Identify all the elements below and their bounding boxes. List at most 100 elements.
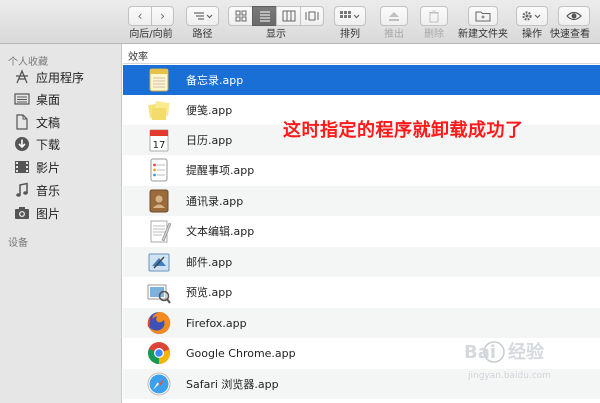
arrange-grid-icon	[340, 11, 360, 19]
sidebar: 个人收藏 应用程序 桌面 文稿 下载 影片 音乐 图片 设备	[0, 44, 122, 403]
chevron-left-icon: ‹	[137, 9, 143, 23]
grid-view-icon	[235, 10, 246, 22]
textedit-app-icon	[150, 220, 172, 243]
notes-app-icon	[149, 68, 169, 92]
eject-label: 推出	[384, 29, 404, 40]
sidebar-item-pictures[interactable]: 图片	[0, 202, 121, 224]
arrange-label: 排列	[340, 29, 360, 40]
sidebar-item-movies[interactable]: 影片	[0, 156, 121, 178]
quicklook-label: 快速查看	[550, 29, 590, 40]
quicklook-button[interactable]	[558, 6, 590, 26]
baidu-jingyan-watermark: Bai 经验 jingyan.baidu.com	[464, 341, 551, 381]
sidebar-item-label: 下载	[36, 137, 61, 152]
reminders-app-icon	[150, 158, 168, 182]
icon-view-button[interactable]	[228, 6, 252, 26]
group-header-label: 效率	[128, 52, 148, 63]
file-name: 提醒事项.app	[186, 164, 255, 177]
arrange-button[interactable]	[334, 6, 366, 26]
eject-button[interactable]	[380, 6, 408, 26]
svg-text:jingyan.baidu.com: jingyan.baidu.com	[467, 371, 551, 381]
file-name: 邮件.app	[186, 256, 233, 269]
gear-icon	[522, 11, 541, 21]
sidebar-item-label: 音乐	[36, 183, 61, 198]
file-row[interactable]: 提醒事项.app	[123, 155, 600, 185]
file-name: 日历.app	[186, 134, 233, 147]
downloads-icon	[14, 136, 30, 152]
gallery-view-icon	[305, 11, 319, 21]
list-view-button[interactable]	[252, 6, 276, 26]
file-name: 备忘录.app	[186, 74, 244, 87]
nav-label: 向后/向前	[129, 29, 173, 40]
file-row[interactable]: 文本编辑.app	[123, 216, 600, 246]
arrange-group: 排列	[334, 6, 366, 41]
path-group: 路径	[186, 6, 219, 41]
sidebar-item-documents[interactable]: 文稿	[0, 111, 121, 133]
path-button[interactable]	[186, 6, 219, 26]
sidebar-item-desktop[interactable]: 桌面	[0, 88, 121, 110]
nav-group: ‹ › 向后/向前	[128, 6, 174, 41]
delete-label: 删除	[424, 29, 444, 40]
file-name: 便笺.app	[186, 104, 233, 117]
safari-app-icon	[147, 372, 171, 396]
file-row[interactable]: 预览.app	[123, 277, 600, 307]
sidebar-item-label: 图片	[36, 206, 61, 221]
file-row[interactable]: 备忘录.app	[123, 65, 600, 95]
finder-toolbar: ‹ › 向后/向前 路径 显示 排列 推出 删除 新建文件夹 操作 快速查看	[0, 0, 600, 44]
file-name: Safari 浏览器.app	[186, 378, 279, 391]
column-view-button[interactable]	[276, 6, 300, 26]
mail-app-icon	[148, 253, 170, 272]
path-list-icon	[193, 12, 212, 20]
file-name: Firefox.app	[186, 316, 247, 330]
action-group: 操作	[516, 6, 548, 41]
preview-app-icon	[147, 284, 171, 304]
music-icon	[14, 182, 30, 198]
documents-icon	[14, 114, 30, 130]
forward-button[interactable]: ›	[151, 6, 174, 26]
trash-icon	[429, 10, 439, 22]
applications-icon	[14, 69, 30, 85]
svg-text:Bai: Bai	[464, 342, 496, 363]
sidebar-item-label: 应用程序	[36, 70, 85, 85]
newfolder-label: 新建文件夹	[458, 29, 508, 40]
delete-button[interactable]	[420, 6, 448, 26]
new-folder-icon	[475, 11, 491, 22]
new-folder-button[interactable]	[468, 6, 498, 26]
eject-group: 推出	[380, 6, 408, 41]
file-row[interactable]: 邮件.app	[123, 247, 600, 277]
movies-icon	[14, 159, 30, 175]
path-label: 路径	[192, 29, 213, 40]
stickies-app-icon	[148, 101, 170, 120]
annotation-text: 这时指定的程序就卸载成功了	[283, 120, 524, 141]
action-button[interactable]	[516, 6, 548, 26]
pictures-icon	[14, 205, 30, 221]
sidebar-item-label: 影片	[36, 160, 61, 175]
sidebar-item-downloads[interactable]: 下载	[0, 133, 121, 155]
action-label: 操作	[522, 29, 542, 40]
column-view-icon	[282, 10, 295, 22]
back-button[interactable]: ‹	[128, 6, 151, 26]
file-row[interactable]: 通讯录.app	[123, 186, 600, 216]
view-group: 显示	[228, 6, 324, 41]
sidebar-item-music[interactable]: 音乐	[0, 179, 121, 201]
contacts-app-icon	[149, 189, 169, 213]
file-name: 文本编辑.app	[186, 225, 255, 238]
calendar-app-icon: 17	[149, 129, 169, 152]
quicklook-group: 快速查看	[550, 6, 590, 41]
newfolder-group: 新建文件夹	[458, 6, 508, 41]
delete-group: 删除	[420, 6, 448, 41]
calendar-day: 17	[153, 140, 166, 151]
devices-heading: 设备	[8, 238, 28, 249]
chevron-right-icon: ›	[160, 9, 165, 23]
gallery-view-button[interactable]	[300, 6, 324, 26]
sidebar-item-applications[interactable]: 应用程序	[0, 66, 121, 88]
view-label: 显示	[266, 29, 286, 40]
file-name: Google Chrome.app	[186, 346, 296, 360]
firefox-app-icon	[147, 311, 171, 334]
group-header[interactable]: 效率	[123, 44, 600, 64]
desktop-icon	[14, 91, 30, 107]
list-view-icon	[259, 11, 270, 22]
svg-text:经验: 经验	[508, 341, 545, 363]
file-name: 预览.app	[186, 286, 233, 299]
chrome-app-icon	[148, 342, 171, 365]
file-name: 通讯录.app	[186, 195, 244, 208]
